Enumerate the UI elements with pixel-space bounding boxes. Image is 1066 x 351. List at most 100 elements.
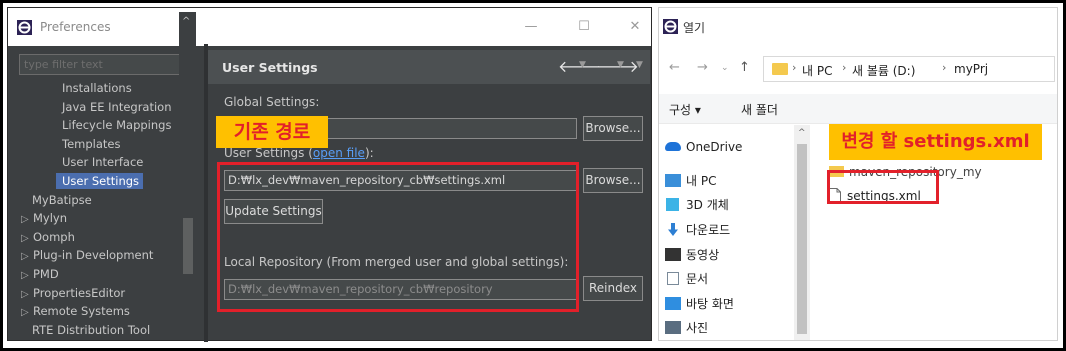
tree-item-label: MyBatipse bbox=[32, 192, 92, 207]
tree-item[interactable]: MyBatipse bbox=[19, 192, 92, 208]
folder-icon bbox=[772, 63, 788, 75]
recent-dropdown-icon[interactable]: ⌄ bbox=[721, 63, 729, 73]
organize-menu[interactable]: 구성 ▾ bbox=[669, 101, 701, 118]
tree-item-label: Installations bbox=[62, 81, 132, 95]
breadcrumb-item[interactable]: myPrj bbox=[954, 62, 988, 76]
document-icon bbox=[667, 272, 679, 285]
nav-item-label: 동영상 bbox=[686, 248, 720, 262]
nav-item-label: 문서 bbox=[686, 272, 709, 286]
tree-item[interactable]: User Settings bbox=[56, 173, 144, 189]
tree-item[interactable]: Installations bbox=[19, 80, 132, 96]
view-menu-icon[interactable]: ▼ bbox=[636, 60, 643, 70]
close-button[interactable]: ✕ bbox=[625, 18, 645, 36]
scroll-up-icon[interactable]: ^ bbox=[798, 128, 806, 138]
maximize-button[interactable]: ☐ bbox=[574, 18, 594, 36]
expand-arrow-icon[interactable]: ▷ bbox=[21, 305, 33, 321]
nav-item-label: 다운로드 bbox=[686, 223, 731, 237]
download-icon bbox=[668, 223, 678, 236]
expand-arrow-icon[interactable]: ▷ bbox=[21, 287, 33, 303]
tree-item-label: PMD bbox=[33, 267, 59, 281]
film-icon bbox=[665, 248, 681, 261]
tree-item[interactable]: ▷ Plug-in Development bbox=[19, 247, 153, 263]
highlight-box-user-settings bbox=[217, 162, 579, 312]
tree-item-label: Plug-in Development bbox=[33, 248, 154, 263]
tree-item[interactable]: ▷ Oomph bbox=[19, 229, 75, 245]
global-settings-label: Global Settings: bbox=[224, 95, 320, 109]
open-dialog-titlebar: 열기 bbox=[659, 8, 1057, 44]
tree-item-label: Lifecycle Mappings bbox=[62, 118, 172, 133]
navigation-pane: OneDrive 내 PC 3D 개체다운로드동영상문서바탕 화면사진 bbox=[659, 125, 809, 340]
forward-arrow-icon[interactable]: → bbox=[697, 60, 708, 75]
expand-arrow-icon[interactable]: ▷ bbox=[21, 231, 33, 247]
tree-item[interactable]: Lifecycle Mappings bbox=[19, 117, 171, 133]
up-arrow-icon[interactable]: ↑ bbox=[739, 60, 750, 75]
preferences-titlebar: Preferences — ☐ ✕ bbox=[8, 8, 651, 46]
tree-item-label: User Settings bbox=[62, 174, 140, 188]
expand-arrow-icon[interactable]: ▷ bbox=[21, 212, 33, 228]
nav-scroll-thumb[interactable] bbox=[797, 144, 807, 334]
new-folder-button[interactable]: 새 폴더 bbox=[741, 101, 778, 118]
nav-item-label: 내 PC bbox=[686, 174, 717, 188]
tree-item-label: Mylyn bbox=[33, 211, 68, 226]
nav-item[interactable]: 다운로드 bbox=[665, 220, 730, 240]
nav-item-label: 바탕 화면 bbox=[686, 297, 734, 311]
nav-item[interactable]: 사진 bbox=[665, 318, 708, 338]
expand-arrow-icon[interactable]: ▷ bbox=[21, 249, 33, 265]
open-file-link[interactable]: open file bbox=[313, 146, 365, 160]
breadcrumb-item[interactable]: 내 PC bbox=[802, 62, 832, 79]
global-browse-button[interactable]: Browse... bbox=[583, 116, 643, 141]
nav-item[interactable]: 3D 개체 bbox=[665, 195, 729, 215]
breadcrumb-item[interactable]: 새 볼륨 (D:) bbox=[852, 62, 915, 79]
tree-item-label: PropertiesEditor bbox=[33, 285, 126, 300]
forward-dropdown-icon[interactable]: ▼ bbox=[617, 60, 624, 70]
tree-item-label: Remote Systems bbox=[33, 304, 130, 319]
back-dropdown-icon[interactable]: ▼ bbox=[579, 60, 586, 70]
breadcrumb[interactable]: › 내 PC › 새 볼륨 (D:) › myPrj bbox=[763, 56, 1055, 82]
tree-item[interactable]: ▷ PMD bbox=[19, 266, 59, 282]
user-browse-button[interactable]: Browse... bbox=[583, 168, 643, 193]
tree-item-label: RTE Distribution Tool bbox=[32, 322, 151, 337]
scroll-up-icon[interactable]: ^ bbox=[182, 16, 190, 27]
tree-item-label: Templates bbox=[62, 136, 121, 151]
nav-item[interactable]: 바탕 화면 bbox=[665, 294, 734, 314]
nav-item[interactable]: 내 PC bbox=[665, 171, 716, 191]
page-title: User Settings bbox=[222, 60, 318, 75]
callout-new-settings: 변경 할 settings.xml bbox=[829, 124, 1042, 160]
command-bar: 구성 ▾ 새 폴더 bbox=[659, 94, 1057, 124]
expand-arrow-icon[interactable]: ▷ bbox=[21, 268, 33, 284]
nav-item[interactable]: 동영상 bbox=[665, 245, 719, 265]
desktop-icon bbox=[665, 297, 681, 310]
nav-item[interactable]: 문서 bbox=[665, 269, 708, 289]
tree-item[interactable]: Java EE Integration bbox=[19, 99, 172, 115]
tree-item-label: User Interface bbox=[62, 155, 144, 170]
cube-icon bbox=[666, 198, 679, 211]
tree-scroll-thumb[interactable] bbox=[183, 218, 193, 274]
minimize-button[interactable]: — bbox=[521, 18, 541, 36]
tree-item[interactable]: ▷ PropertiesEditor bbox=[19, 285, 125, 301]
preferences-title: Preferences bbox=[40, 20, 111, 34]
tree-item[interactable]: Templates bbox=[19, 136, 120, 152]
cloud-icon bbox=[665, 142, 681, 151]
filter-input[interactable]: type filter text bbox=[19, 54, 196, 75]
picture-icon bbox=[665, 321, 681, 334]
tree-item[interactable]: User Interface bbox=[19, 154, 143, 170]
preferences-tree: Installations Java EE Integration Lifecycl… bbox=[19, 80, 199, 342]
tree-item[interactable]: ▷ Remote Systems bbox=[19, 303, 130, 319]
nav-item[interactable]: OneDrive bbox=[665, 137, 742, 157]
computer-icon bbox=[665, 174, 681, 187]
back-arrow-icon[interactable]: ← bbox=[669, 60, 680, 75]
open-dialog-title: 열기 bbox=[683, 21, 706, 35]
tree-item-label: Oomph bbox=[33, 229, 75, 244]
nav-item-label: 사진 bbox=[686, 321, 709, 335]
callout-existing-path: 기존 경로 bbox=[216, 116, 328, 148]
tree-item-label: Java EE Integration bbox=[62, 99, 172, 114]
pane-splitter[interactable] bbox=[204, 44, 208, 342]
eclipse-app-icon bbox=[17, 20, 32, 35]
nav-item-label: 3D 개체 bbox=[686, 198, 729, 212]
eclipse-app-icon bbox=[663, 19, 678, 34]
tree-item[interactable]: RTE Distribution Tool bbox=[19, 322, 150, 338]
reindex-button[interactable]: Reindex bbox=[583, 276, 643, 301]
highlight-box-settings-file bbox=[827, 170, 939, 204]
nav-item-label: OneDrive bbox=[686, 140, 743, 154]
tree-item[interactable]: ▷ Mylyn bbox=[19, 210, 67, 226]
